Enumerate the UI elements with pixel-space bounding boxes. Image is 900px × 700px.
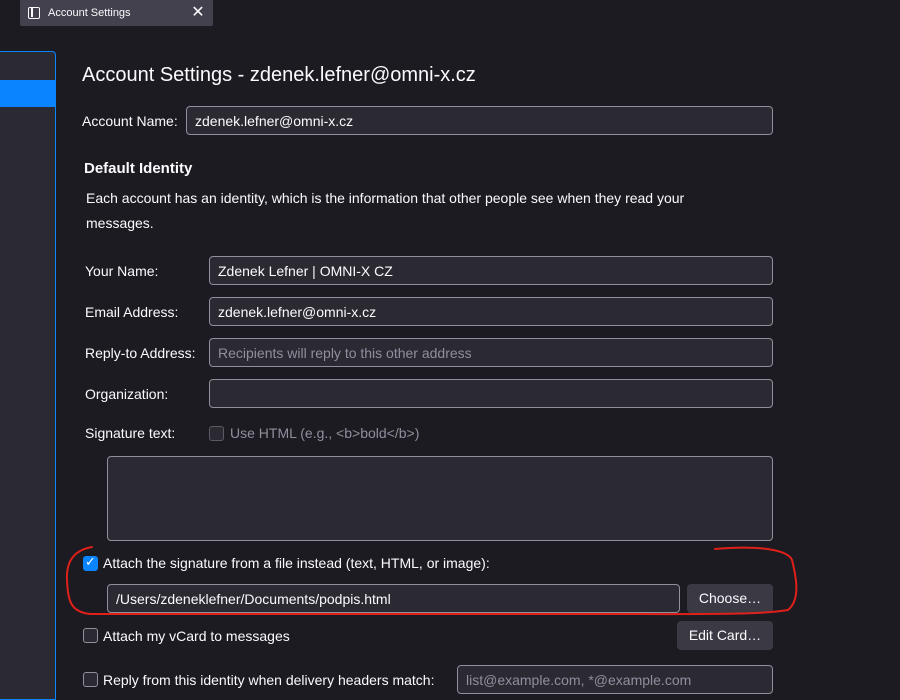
account-sidebar bbox=[0, 51, 56, 700]
attach-vcard-label: Attach my vCard to messages bbox=[103, 628, 290, 644]
close-icon[interactable]: ✕ bbox=[191, 5, 205, 21]
account-name-label: Account Name: bbox=[82, 113, 178, 129]
your-name-label: Your Name: bbox=[85, 263, 159, 279]
signature-textarea[interactable] bbox=[107, 456, 773, 541]
email-address-input[interactable] bbox=[209, 297, 773, 326]
attach-signature-file-checkbox[interactable] bbox=[83, 555, 98, 571]
identity-description: Each account has an identity, which is t… bbox=[86, 190, 685, 231]
organization-input[interactable] bbox=[209, 379, 773, 408]
signature-text-label: Signature text: bbox=[85, 425, 176, 441]
use-html-label: Use HTML (e.g., <b>bold</b>) bbox=[230, 425, 420, 441]
tab-account-settings[interactable]: Account Settings ✕ bbox=[20, 0, 213, 26]
reply-to-input[interactable] bbox=[209, 338, 773, 367]
use-html-checkbox[interactable] bbox=[209, 426, 224, 441]
signature-file-path-input[interactable] bbox=[107, 584, 680, 613]
your-name-input[interactable] bbox=[209, 256, 773, 285]
account-name-input[interactable] bbox=[186, 106, 773, 135]
email-address-label: Email Address: bbox=[85, 304, 179, 320]
tab-title: Account Settings bbox=[48, 7, 131, 19]
page-title: Account Settings - zdenek.lefner@omni-x.… bbox=[82, 64, 476, 86]
attach-vcard-checkbox[interactable] bbox=[83, 628, 98, 643]
attach-signature-file-label: Attach the signature from a file instead… bbox=[103, 555, 490, 571]
organization-label: Organization: bbox=[85, 386, 169, 402]
reply-to-label: Reply-to Address: bbox=[85, 345, 196, 361]
sidebar-selected-item[interactable] bbox=[0, 80, 55, 107]
tab-strip: Account Settings ✕ bbox=[0, 0, 900, 26]
reply-from-identity-label: Reply from this identity when delivery h… bbox=[103, 672, 435, 688]
delivery-headers-input[interactable] bbox=[457, 665, 773, 694]
section-title-default-identity: Default Identity bbox=[84, 160, 193, 177]
edit-card-button[interactable]: Edit Card… bbox=[677, 621, 773, 650]
reply-from-identity-checkbox[interactable] bbox=[83, 672, 98, 687]
choose-file-button[interactable]: Choose… bbox=[687, 584, 773, 613]
sidebar-panel-icon bbox=[28, 7, 40, 19]
